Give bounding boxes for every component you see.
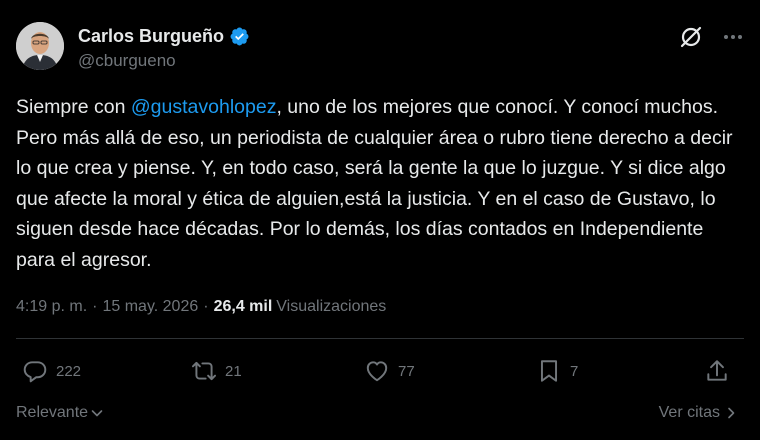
tweet-meta: 4:19 p. m. · 15 may. 2026 · 26,4 mil Vis… — [16, 298, 386, 316]
view-quotes-link[interactable]: Ver citas — [659, 404, 738, 422]
meta-separator: · — [92, 298, 98, 315]
divider — [16, 338, 744, 339]
bookmark-count: 7 — [570, 362, 579, 380]
share-button[interactable] — [704, 358, 730, 384]
quotes-label: Ver citas — [658, 404, 720, 421]
share-icon — [707, 360, 727, 381]
tweet-text-part: Siempre con — [16, 96, 131, 118]
avatar[interactable] — [16, 22, 64, 70]
reply-icon — [23, 361, 47, 383]
repost-count: 21 — [225, 362, 242, 380]
grok-icon[interactable] — [678, 24, 704, 50]
more-icon[interactable] — [722, 26, 744, 48]
sort-replies-button[interactable]: Relevante — [16, 404, 104, 422]
chevron-right-icon — [728, 407, 735, 419]
mention-link[interactable]: @gustavohlopez — [131, 96, 277, 118]
tweet-text-part: , uno de los mejores que conocí. Y conoc… — [16, 96, 733, 271]
reply-count: 222 — [56, 362, 82, 380]
like-icon — [366, 361, 388, 382]
bookmark-button[interactable]: 7 — [536, 358, 578, 384]
like-count: 77 — [398, 362, 415, 380]
views-count: 26,4 mil — [213, 298, 273, 315]
reply-button[interactable]: 222 — [22, 358, 81, 384]
replies-footer: Relevante Ver citas — [16, 402, 744, 426]
author-info: Carlos Burgueño @cburgueno — [78, 26, 250, 71]
tweet-header: Carlos Burgueño @cburgueno — [16, 18, 744, 74]
chevron-down-icon — [91, 410, 103, 417]
meta-separator: · — [203, 298, 209, 315]
like-button[interactable]: 77 — [364, 358, 415, 384]
tweet-date[interactable]: 15 may. 2026 — [102, 298, 198, 316]
repost-button[interactable]: 21 — [191, 358, 242, 384]
tweet-text: Siempre con @gustavohlopez, uno de los m… — [16, 92, 746, 275]
author-name[interactable]: Carlos Burgueño — [78, 26, 224, 47]
sort-label: Relevante — [16, 404, 89, 421]
tweet-time[interactable]: 4:19 p. m. — [16, 298, 87, 316]
views-label: Visualizaciones — [276, 298, 387, 315]
verified-badge-icon — [230, 27, 249, 46]
action-bar: 222 21 77 7 — [16, 358, 744, 390]
repost-icon — [191, 361, 217, 381]
author-handle[interactable]: @cburgueno — [78, 51, 250, 71]
bookmark-icon — [540, 360, 558, 382]
